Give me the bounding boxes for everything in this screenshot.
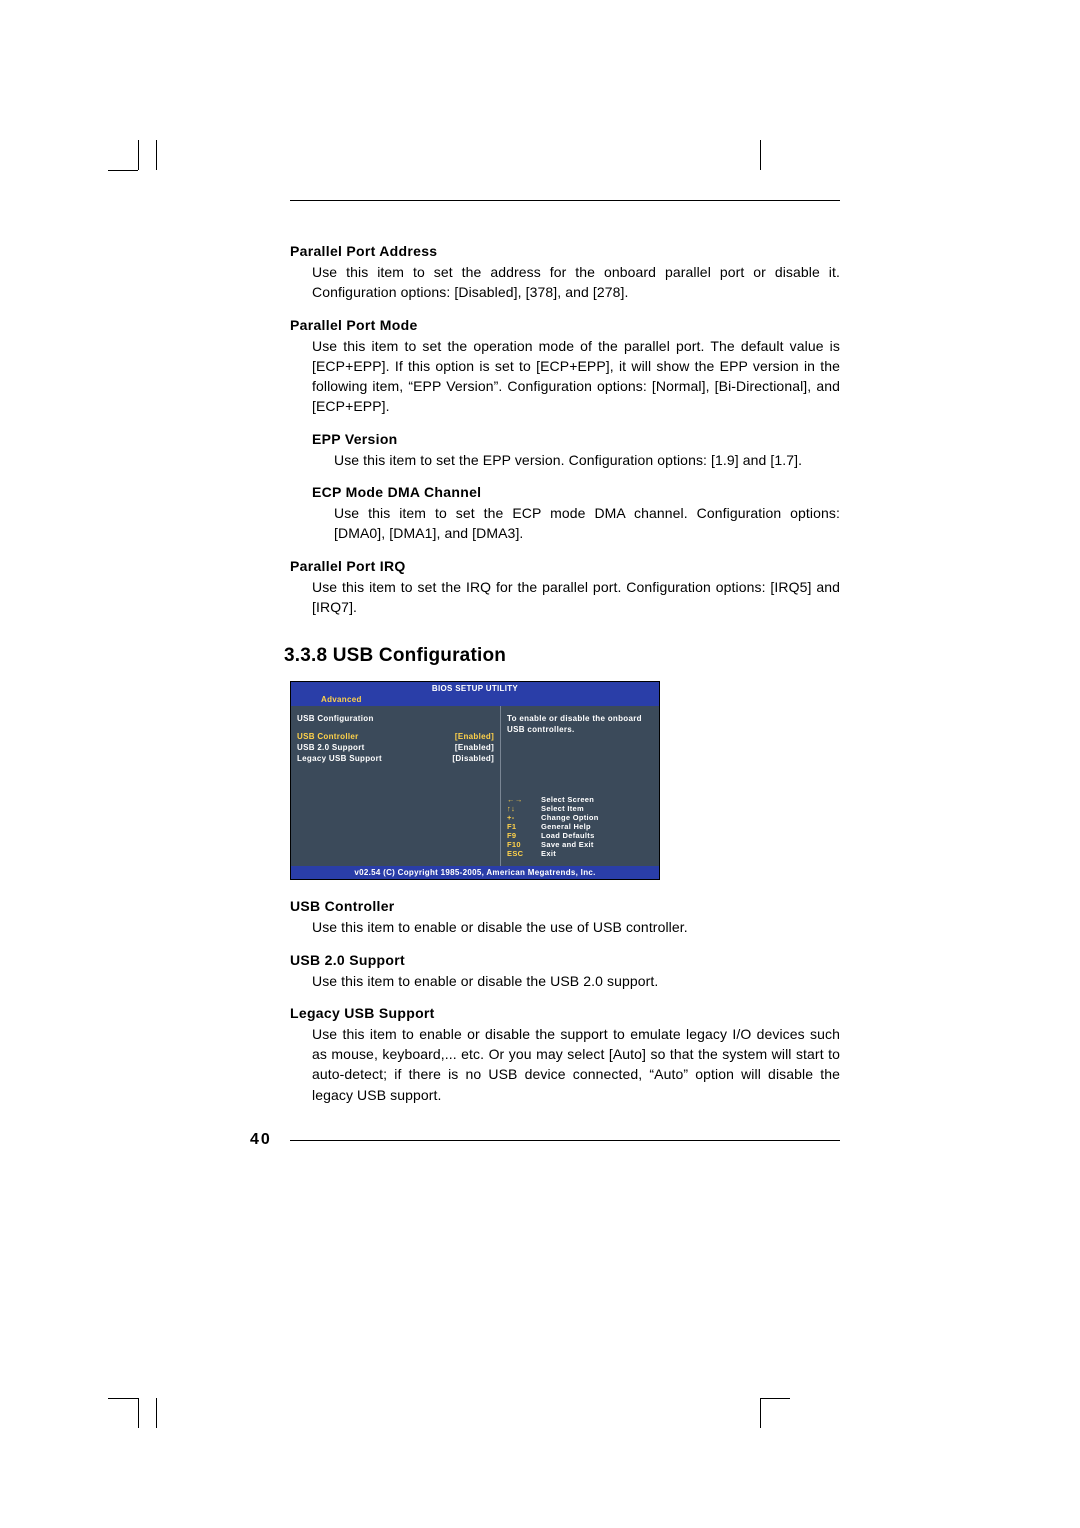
- footer-rule: [290, 1140, 840, 1141]
- section-title: Legacy USB Support: [290, 1005, 840, 1021]
- bios-setting-row: USB Controller [Enabled]: [297, 731, 494, 742]
- bios-key-row: F1General Help: [507, 822, 653, 831]
- bios-setting-row: USB 2.0 Support [Enabled]: [297, 742, 494, 753]
- bios-setting-label: USB 2.0 Support: [297, 743, 365, 752]
- crop-mark: [156, 150, 196, 190]
- bios-key-row: ↑↓Select Item: [507, 804, 653, 813]
- bios-key: ESC: [507, 849, 541, 858]
- bios-tab-row: Advanced: [291, 695, 659, 706]
- section-title: Parallel Port Mode: [290, 317, 840, 333]
- bios-footer: v02.54 (C) Copyright 1985-2005, American…: [291, 866, 659, 879]
- bios-key: ↑↓: [507, 804, 541, 813]
- bios-key-row: +-Change Option: [507, 813, 653, 822]
- section-body: Use this item to enable or disable the u…: [312, 917, 840, 937]
- bios-key-description: Load Defaults: [541, 831, 595, 840]
- bios-help-text: To enable or disable the onboard USB con…: [507, 714, 653, 735]
- page-content: Parallel Port Address Use this item to s…: [250, 200, 840, 1149]
- section-title: ECP Mode DMA Channel: [312, 484, 840, 500]
- section-body: Use this item to enable or disable the U…: [312, 971, 840, 991]
- bios-setting-value: [Disabled]: [452, 754, 494, 763]
- bios-key-row: F10Save and Exit: [507, 840, 653, 849]
- section-body: Use this item to set the EPP version. Co…: [334, 450, 840, 470]
- bios-setting-label: Legacy USB Support: [297, 754, 382, 763]
- bios-key-row: ←→Select Screen: [507, 795, 653, 804]
- section-usb-20-support: USB 2.0 Support Use this item to enable …: [290, 952, 840, 991]
- bios-right-panel: To enable or disable the onboard USB con…: [501, 706, 659, 866]
- bios-screenshot: BIOS SETUP UTILITY Advanced USB Configur…: [290, 681, 660, 880]
- bios-key: ←→: [507, 795, 541, 804]
- section-title: Parallel Port IRQ: [290, 558, 840, 574]
- section-parallel-port-address: Parallel Port Address Use this item to s…: [290, 243, 840, 303]
- crop-mark: [118, 150, 158, 190]
- bios-key: F1: [507, 822, 541, 831]
- section-body: Use this item to enable or disable the s…: [312, 1024, 840, 1105]
- bios-key: +-: [507, 813, 541, 822]
- bios-key-description: Change Option: [541, 813, 599, 822]
- bios-key-table: ←→Select Screen↑↓Select Item+-Change Opt…: [507, 795, 653, 858]
- bios-body: USB Configuration USB Controller [Enabled…: [291, 706, 659, 866]
- section-parallel-port-irq: Parallel Port IRQ Use this item to set t…: [290, 558, 840, 618]
- bios-title: BIOS SETUP UTILITY: [291, 682, 659, 695]
- section-title: EPP Version: [312, 431, 840, 447]
- crop-mark: [156, 1378, 196, 1418]
- bios-key-description: Save and Exit: [541, 840, 594, 849]
- heading-usb-configuration: 3.3.8 USB Configuration: [284, 645, 840, 667]
- section-title: Parallel Port Address: [290, 243, 840, 259]
- bios-key-description: Select Screen: [541, 795, 594, 804]
- bios-tab-advanced: Advanced: [321, 695, 362, 704]
- bios-key-description: Select Item: [541, 804, 584, 813]
- bios-key-row: ESCExit: [507, 849, 653, 858]
- bios-key-description: Exit: [541, 849, 556, 858]
- section-legacy-usb-support: Legacy USB Support Use this item to enab…: [290, 1005, 840, 1105]
- bios-key-row: F9Load Defaults: [507, 831, 653, 840]
- section-body: Use this item to set the IRQ for the par…: [312, 577, 840, 618]
- crop-mark: [760, 1378, 800, 1418]
- section-body: Use this item to set the address for the…: [312, 262, 840, 303]
- bios-setting-row: Legacy USB Support [Disabled]: [297, 753, 494, 764]
- crop-mark: [118, 1378, 158, 1418]
- bios-setting-value: [Enabled]: [455, 743, 494, 752]
- top-rule: [290, 200, 840, 201]
- page-footer: 40: [250, 1131, 840, 1149]
- bios-panel-heading: USB Configuration: [297, 714, 494, 723]
- section-parallel-port-mode: Parallel Port Mode Use this item to set …: [290, 317, 840, 417]
- page-number: 40: [250, 1131, 290, 1149]
- section-body: Use this item to set the ECP mode DMA ch…: [334, 503, 840, 544]
- bios-setting-value: [Enabled]: [455, 732, 494, 741]
- bios-left-panel: USB Configuration USB Controller [Enabled…: [291, 706, 501, 866]
- bios-key: F10: [507, 840, 541, 849]
- bios-key: F9: [507, 831, 541, 840]
- section-ecp-mode-dma: ECP Mode DMA Channel Use this item to se…: [290, 484, 840, 544]
- section-body: Use this item to set the operation mode …: [312, 336, 840, 417]
- bios-setting-label: USB Controller: [297, 732, 359, 741]
- section-usb-controller: USB Controller Use this item to enable o…: [290, 898, 840, 937]
- crop-mark: [760, 150, 800, 190]
- bios-key-description: General Help: [541, 822, 591, 831]
- section-epp-version: EPP Version Use this item to set the EPP…: [290, 431, 840, 470]
- section-title: USB Controller: [290, 898, 840, 914]
- section-title: USB 2.0 Support: [290, 952, 840, 968]
